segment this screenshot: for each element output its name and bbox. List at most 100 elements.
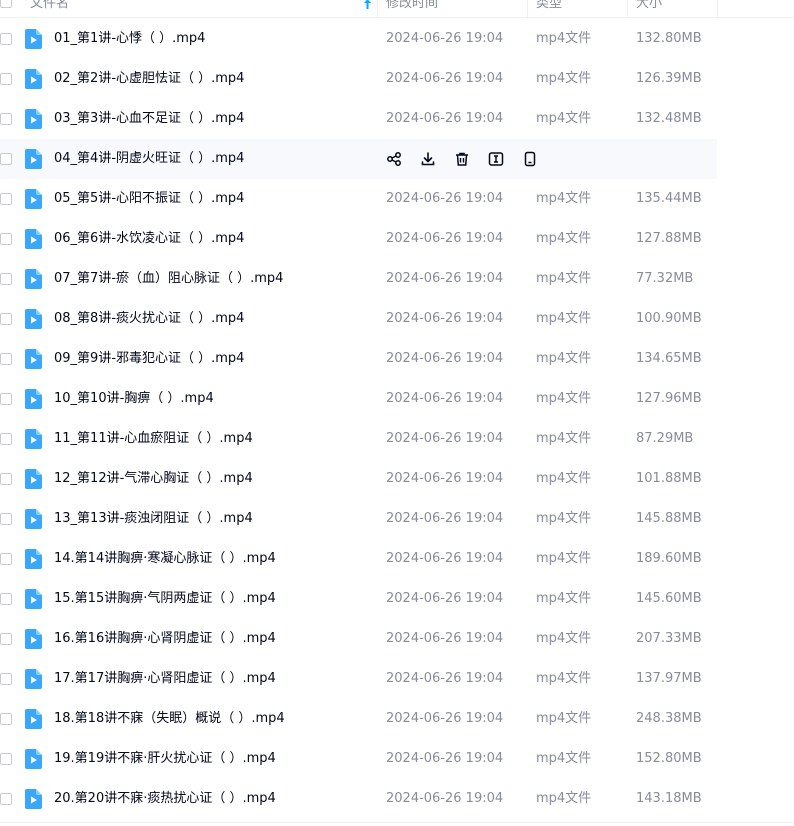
delete-icon[interactable] (454, 151, 470, 167)
video-file-icon[interactable] (25, 69, 42, 89)
row-checkbox[interactable] (0, 593, 12, 605)
row-checkbox[interactable] (0, 73, 12, 85)
file-size: 145.88MB (636, 511, 702, 526)
sort-arrow-icon[interactable] (364, 0, 371, 9)
table-row[interactable]: 05_第5讲-心阳不振证（ ）.mp4 2024-06-26 19:04 mp4文件… (0, 179, 794, 219)
column-header-modified[interactable]: 修改时间 (386, 0, 438, 15)
table-row[interactable]: 17.第17讲胸痹·心肾阳虚证（ ）.mp4 2024-06-26 19:04 mp… (0, 659, 794, 699)
table-row[interactable]: 15.第15讲胸痹·气阴两虚证（ ）.mp4 2024-06-26 19:04 mp… (0, 579, 794, 619)
file-name[interactable]: 18.第18讲不寐（失眠）概说（ ）.mp4 (54, 710, 285, 728)
table-row[interactable]: 06_第6讲-水饮凌心证（ ）.mp4 2024-06-26 19:04 mp4文件… (0, 219, 794, 259)
column-divider[interactable] (717, 0, 718, 17)
video-file-icon[interactable] (25, 789, 42, 809)
video-file-icon[interactable] (25, 109, 42, 129)
table-row[interactable]: 03_第3讲-心血不足证（ ）.mp4 2024-06-26 19:04 mp4文件… (0, 99, 794, 139)
modified-time: 2024-06-26 19:04 (386, 351, 504, 366)
file-name[interactable]: 09_第9讲-邪毒犯心证（ ）.mp4 (54, 350, 244, 368)
table-row[interactable]: 08_第8讲-痰火扰心证（ ）.mp4 2024-06-26 19:04 mp4文件… (0, 299, 794, 339)
video-file-icon[interactable] (25, 629, 42, 649)
row-checkbox[interactable] (0, 353, 12, 365)
row-checkbox[interactable] (0, 433, 12, 445)
share-icon[interactable] (386, 151, 402, 167)
video-file-icon[interactable] (25, 149, 42, 169)
file-name[interactable]: 05_第5讲-心阳不振证（ ）.mp4 (54, 190, 244, 208)
row-checkbox[interactable] (0, 193, 12, 205)
row-checkbox[interactable] (0, 673, 12, 685)
row-checkbox[interactable] (0, 113, 12, 125)
table-row[interactable]: 16.第16讲胸痹·心肾阴虚证（ ）.mp4 2024-06-26 19:04 mp… (0, 619, 794, 659)
column-header-size[interactable]: 大小 (636, 0, 662, 15)
video-file-icon[interactable] (25, 749, 42, 769)
download-icon[interactable] (420, 151, 436, 167)
table-row[interactable]: 11_第11讲-心血瘀阻证（ ）.mp4 2024-06-26 19:04 mp4文… (0, 419, 794, 459)
row-checkbox[interactable] (0, 633, 12, 645)
row-checkbox[interactable] (0, 473, 12, 485)
table-row[interactable]: 14.第14讲胸痹·寒凝心脉证（ ）.mp4 2024-06-26 19:04 mp… (0, 539, 794, 579)
row-checkbox[interactable] (0, 793, 12, 805)
modified-time: 2024-06-26 19:04 (386, 311, 504, 326)
table-row[interactable]: 01_第1讲-心悸（ ）.mp4 2024-06-26 19:04 mp4文件 132… (0, 19, 794, 59)
file-name[interactable]: 01_第1讲-心悸（ ）.mp4 (54, 30, 205, 48)
file-type: mp4文件 (536, 271, 592, 286)
video-file-icon[interactable] (25, 669, 42, 689)
table-row[interactable]: 12_第12讲-气滞心胸证（ ）.mp4 2024-06-26 19:04 mp4文… (0, 459, 794, 499)
video-file-icon[interactable] (25, 469, 42, 489)
table-row[interactable]: 10_第10讲-胸痹（ ）.mp4 2024-06-26 19:04 mp4文件 12… (0, 379, 794, 419)
video-file-icon[interactable] (25, 709, 42, 729)
file-name[interactable]: 16.第16讲胸痹·心肾阴虚证（ ）.mp4 (54, 630, 276, 648)
file-name[interactable]: 04_第4讲-阴虚火旺证（ ）.mp4 (54, 150, 244, 168)
video-file-icon[interactable] (25, 269, 42, 289)
video-file-icon[interactable] (25, 429, 42, 449)
video-file-icon[interactable] (25, 549, 42, 569)
file-name[interactable]: 08_第8讲-痰火扰心证（ ）.mp4 (54, 310, 244, 328)
column-divider[interactable] (627, 0, 628, 17)
row-checkbox[interactable] (0, 553, 12, 565)
select-all-checkbox[interactable] (0, 0, 12, 8)
column-divider[interactable] (377, 0, 378, 17)
video-file-icon[interactable] (25, 229, 42, 249)
file-name[interactable]: 11_第11讲-心血瘀阻证（ ）.mp4 (54, 430, 253, 448)
row-checkbox[interactable] (0, 513, 12, 525)
video-file-icon[interactable] (25, 309, 42, 329)
row-checkbox[interactable] (0, 713, 12, 725)
row-checkbox[interactable] (0, 313, 12, 325)
column-header-type[interactable]: 类型 (536, 0, 562, 15)
row-checkbox[interactable] (0, 153, 12, 165)
file-name[interactable]: 14.第14讲胸痹·寒凝心脉证（ ）.mp4 (54, 550, 276, 568)
column-divider[interactable] (527, 0, 528, 17)
video-file-icon[interactable] (25, 349, 42, 369)
file-name[interactable]: 03_第3讲-心血不足证（ ）.mp4 (54, 110, 244, 128)
video-file-icon[interactable] (25, 589, 42, 609)
file-name[interactable]: 02_第2讲-心虚胆怯证（ ）.mp4 (54, 70, 244, 88)
file-size: 135.44MB (636, 191, 702, 206)
row-checkbox[interactable] (0, 33, 12, 45)
file-name[interactable]: 20.第20讲不寐·痰热扰心证（ ）.mp4 (54, 790, 276, 808)
video-file-icon[interactable] (25, 389, 42, 409)
table-row[interactable]: 07_第7讲-瘀（血）阻心脉证（ ）.mp4 2024-06-26 19:04 mp… (0, 259, 794, 299)
table-row[interactable]: 04_第4讲-阴虚火旺证（ ）.mp4 (0, 139, 717, 179)
table-row[interactable]: 13_第13讲-痰浊闭阻证（ ）.mp4 2024-06-26 19:04 mp4文… (0, 499, 794, 539)
video-file-icon[interactable] (25, 509, 42, 529)
file-name[interactable]: 19.第19讲不寐·肝火扰心证（ ）.mp4 (54, 750, 276, 768)
table-row[interactable]: 19.第19讲不寐·肝火扰心证（ ）.mp4 2024-06-26 19:04 mp… (0, 739, 794, 779)
video-file-icon[interactable] (25, 29, 42, 49)
file-name[interactable]: 06_第6讲-水饮凌心证（ ）.mp4 (54, 230, 244, 248)
row-checkbox[interactable] (0, 233, 12, 245)
file-name[interactable]: 15.第15讲胸痹·气阴两虚证（ ）.mp4 (54, 590, 276, 608)
row-checkbox[interactable] (0, 273, 12, 285)
table-row[interactable]: 09_第9讲-邪毒犯心证（ ）.mp4 2024-06-26 19:04 mp4文件… (0, 339, 794, 379)
file-name[interactable]: 07_第7讲-瘀（血）阻心脉证（ ）.mp4 (54, 270, 283, 288)
table-row[interactable]: 18.第18讲不寐（失眠）概说（ ）.mp4 2024-06-26 19:04 mp… (0, 699, 794, 739)
table-row[interactable]: 02_第2讲-心虚胆怯证（ ）.mp4 2024-06-26 19:04 mp4文件… (0, 59, 794, 99)
table-row[interactable]: 20.第20讲不寐·痰热扰心证（ ）.mp4 2024-06-26 19:04 mp… (0, 779, 794, 819)
file-name[interactable]: 13_第13讲-痰浊闭阻证（ ）.mp4 (54, 510, 253, 528)
column-header-name[interactable]: 文件名 (30, 0, 69, 15)
rename-icon[interactable] (488, 151, 504, 167)
file-name[interactable]: 10_第10讲-胸痹（ ）.mp4 (54, 390, 214, 408)
row-checkbox[interactable] (0, 393, 12, 405)
file-name[interactable]: 17.第17讲胸痹·心肾阳虚证（ ）.mp4 (54, 670, 276, 688)
phone-icon[interactable] (522, 151, 538, 167)
video-file-icon[interactable] (25, 189, 42, 209)
row-checkbox[interactable] (0, 753, 12, 765)
file-name[interactable]: 12_第12讲-气滞心胸证（ ）.mp4 (54, 470, 253, 488)
